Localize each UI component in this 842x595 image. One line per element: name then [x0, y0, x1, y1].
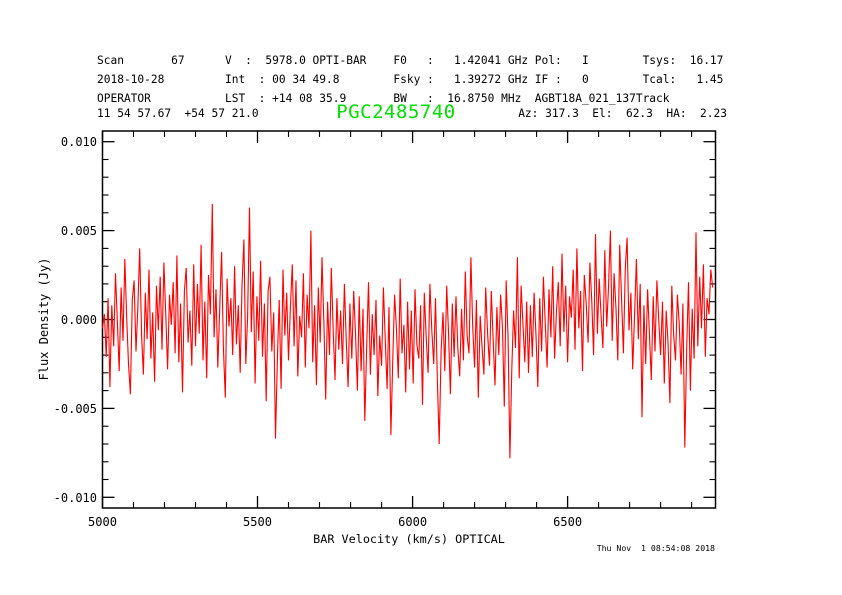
y-tick-label: 0.005	[61, 224, 97, 238]
x-axis-label: BAR Velocity (km/s) OPTICAL	[313, 532, 505, 546]
x-tick-label: 5500	[243, 515, 272, 529]
x-tick-label: 6000	[398, 515, 427, 529]
plot-timestamp: Thu Nov 1 08:54:08 2018	[597, 543, 715, 553]
x-tick-label: 6500	[553, 515, 582, 529]
x-tick-label: 5000	[88, 515, 117, 529]
header-line-scan: Scan 67 V : 5978.0 OPTI-BAR F0 : 1.42041…	[97, 55, 723, 67]
spectrum-trace	[103, 204, 713, 458]
y-tick-label: -0.010	[54, 491, 97, 505]
source-name: PGC2485740	[336, 101, 455, 123]
spectrum-plot-area[interactable]: 5000 5500 6000 6500 0.010 0.005 0.000 -0.005 -0.…	[0, 0, 842, 595]
source-coordinates: 11 54 57.67 +54 57 21.0	[97, 108, 259, 120]
y-tick-label: 0.010	[61, 135, 97, 149]
header-line-date: 2018-10-28 Int : 00 34 49.8 Fsky : 1.392…	[97, 74, 723, 86]
y-tick-label: -0.005	[54, 402, 97, 416]
gbtidl-plotter-window: 5000 5500 6000 6500 0.010 0.005 0.000 -0.005 -0.…	[0, 0, 842, 595]
az-el-ha-readout: Az: 317.3 El: 62.3 HA: 2.23	[518, 107, 727, 120]
y-tick-label: 0.000	[61, 313, 97, 327]
y-axis-label: Flux Density (Jy)	[37, 258, 51, 381]
